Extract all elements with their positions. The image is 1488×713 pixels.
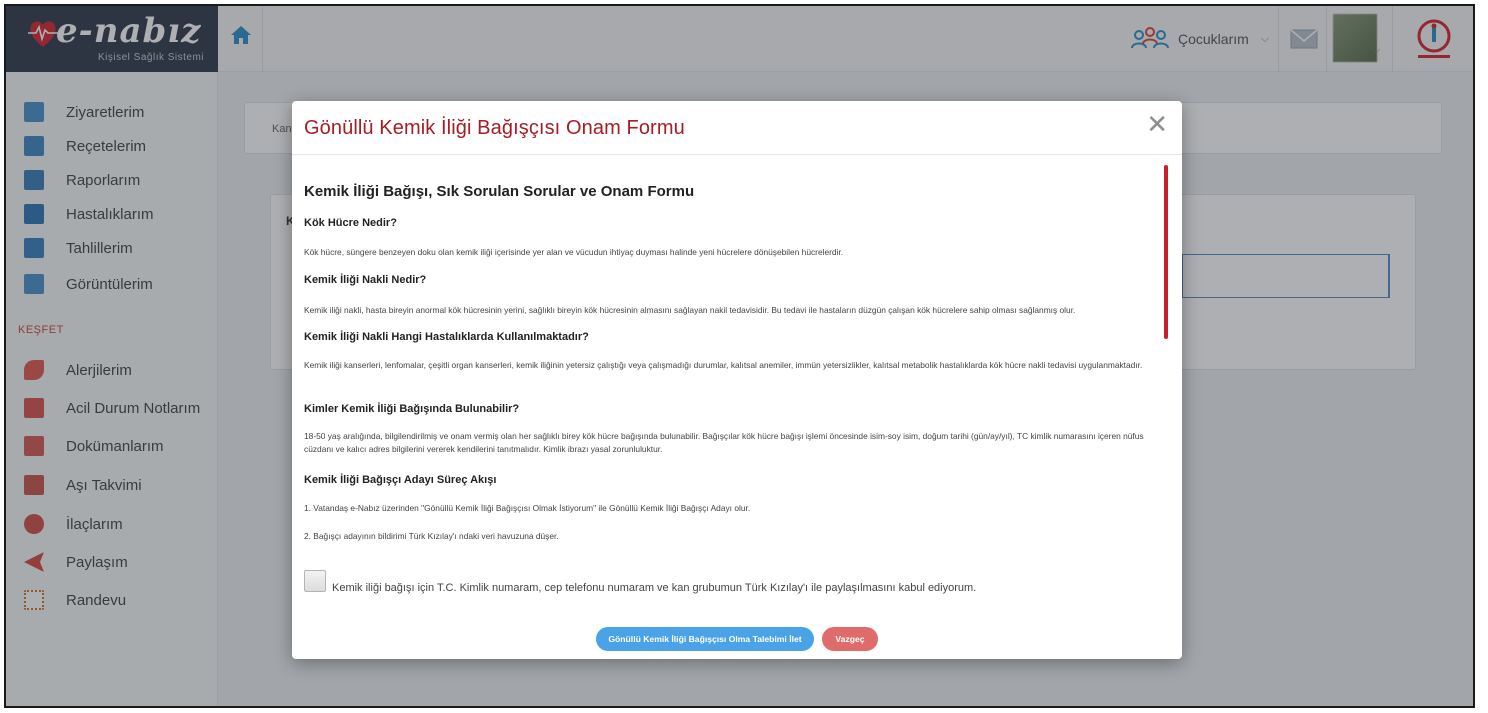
modal-header: Gönüllü Kemik İliği Bağışçısı Onam Formu… bbox=[292, 101, 1182, 155]
faq-answer: Kök hücre, süngere benzeyen doku olan ke… bbox=[304, 247, 844, 257]
consent-modal: Gönüllü Kemik İliği Bağışçısı Onam Formu… bbox=[292, 101, 1182, 659]
consent-checkbox[interactable] bbox=[304, 570, 326, 592]
submit-donor-request-button[interactable]: Gönüllü Kemik İliği Bağışçısı Olma Taleb… bbox=[596, 627, 814, 651]
faq-answer: Kemik iliği kanserleri, lenfomalar, çeşi… bbox=[304, 360, 1143, 370]
scrollbar[interactable] bbox=[1164, 165, 1168, 339]
app-window: e-nabız Kişisel Sağlık Sistemi Çocukları… bbox=[4, 4, 1475, 708]
faq-answer: Kemik iliği nakli, hasta bireyin anormal… bbox=[304, 305, 1076, 315]
cancel-button[interactable]: Vazgeç bbox=[822, 627, 878, 651]
faq-question: Kemik İliği Nakli Hangi Hastalıklarda Ku… bbox=[304, 331, 589, 343]
consent-row: Kemik iliği bağışı için T.C. Kimlik numa… bbox=[304, 570, 1164, 597]
modal-body[interactable]: Kemik İliği Bağışı, Sık Sorulan Sorular … bbox=[304, 163, 1166, 579]
close-icon[interactable]: ✕ bbox=[1146, 111, 1168, 137]
faq-question: Kemik İliği Nakli Nedir? bbox=[304, 274, 427, 286]
document-title: Kemik İliği Bağışı, Sık Sorulan Sorular … bbox=[304, 183, 695, 200]
faq-question: Kemik İliği Bağışçı Adayı Süreç Akışı bbox=[304, 474, 497, 486]
faq-question: Kimler Kemik İliği Bağışında Bulunabilir… bbox=[304, 403, 520, 415]
modal-footer: Gönüllü Kemik İliği Bağışçısı Olma Taleb… bbox=[292, 627, 1182, 651]
consent-text: Kemik iliği bağışı için T.C. Kimlik numa… bbox=[332, 582, 977, 594]
faq-answer: 18-50 yaş aralığında, bilgilendirilmiş v… bbox=[304, 431, 1144, 454]
faq-question: Kök Hücre Nedir? bbox=[304, 217, 397, 229]
faq-answer: 1. Vatandaş e-Nabız üzerinden "Gönüllü K… bbox=[304, 503, 751, 513]
modal-title: Gönüllü Kemik İliği Bağışçısı Onam Formu bbox=[304, 117, 685, 139]
process-step: 2. Bağışçı adayının bildirimi Türk Kızıl… bbox=[304, 531, 559, 541]
